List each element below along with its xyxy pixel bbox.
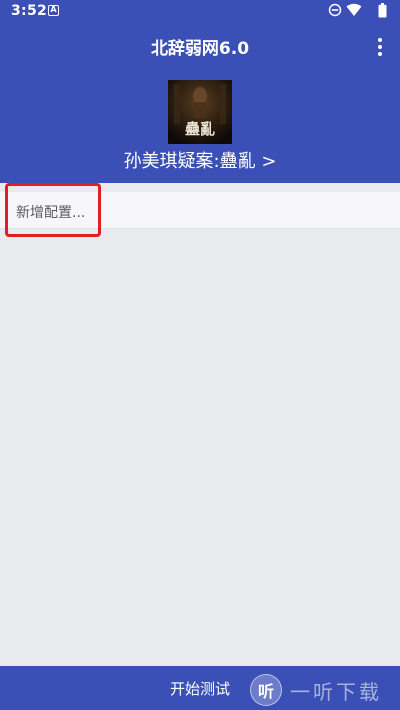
- status-time: 3:52: [11, 3, 48, 19]
- profile-name-link[interactable]: 孙美琪疑案:蠱亂 >: [0, 147, 400, 173]
- highlight-annotation: [5, 183, 101, 237]
- app-title: 北辞弱网6.0: [150, 39, 250, 59]
- status-bar: 3:52 A: [0, 0, 400, 24]
- game-cover-image: 蠱亂: [168, 80, 232, 144]
- more-vert-icon[interactable]: [375, 38, 385, 56]
- battery-icon: [378, 3, 387, 18]
- watermark: 听 一听下载: [250, 672, 382, 708]
- app-header: 3:52 A 北辞弱网6.0 蠱亂 孙美琪疑案:蠱亂 >: [0, 0, 400, 183]
- a-icon: A: [48, 5, 59, 16]
- watermark-text: 一听下载: [290, 679, 382, 704]
- avatar-caption: 蠱亂: [185, 120, 215, 138]
- avatar[interactable]: 蠱亂: [168, 80, 232, 144]
- watermark-logo-icon: 听: [250, 674, 282, 706]
- wifi-icon: [346, 3, 362, 16]
- do-not-disturb-icon: [328, 3, 342, 17]
